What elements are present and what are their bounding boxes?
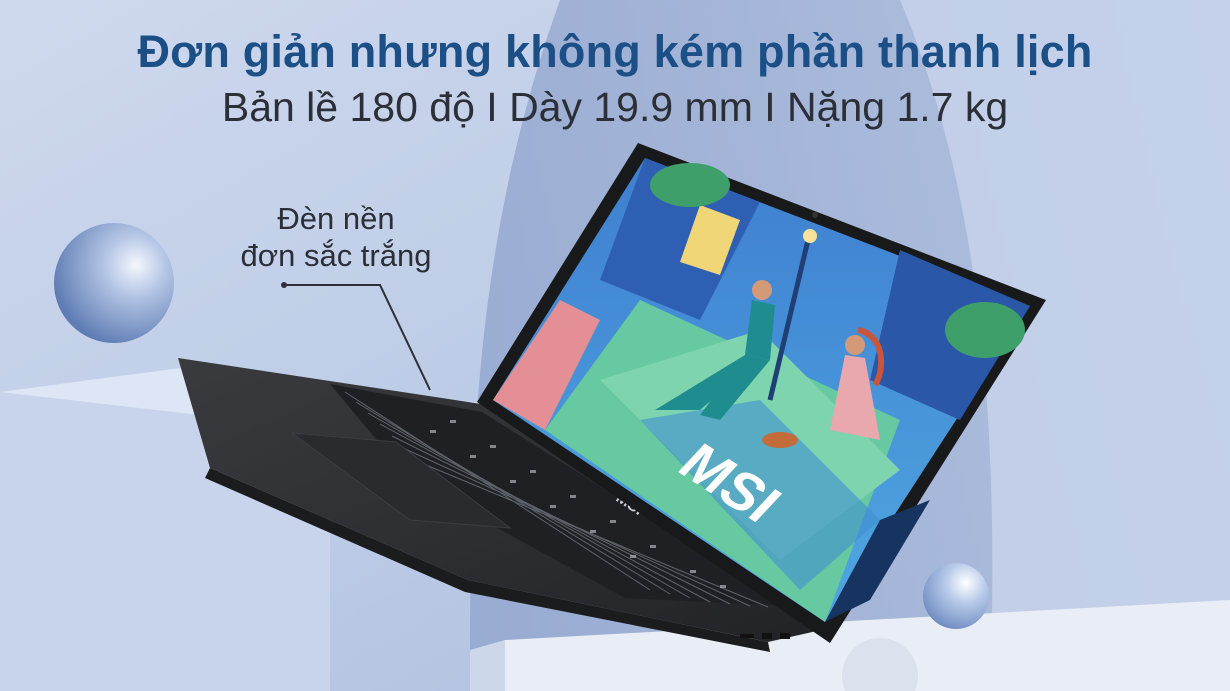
headline-specs: Bản lề 180 độ I Dày 19.9 mm I Nặng 1.7 k… bbox=[221, 84, 1009, 130]
product-banner: MSI Đơn giản nhưng không kém phần thanh … bbox=[0, 0, 1230, 691]
backlight-callout: Đèn nền đơn sắc trắng bbox=[226, 200, 446, 274]
callout-line-1: Đèn nền bbox=[277, 201, 395, 236]
callout-line-2: đơn sắc trắng bbox=[240, 238, 432, 273]
headline-title: Đơn giản nhưng không kém phần thanh lịch bbox=[137, 26, 1093, 77]
